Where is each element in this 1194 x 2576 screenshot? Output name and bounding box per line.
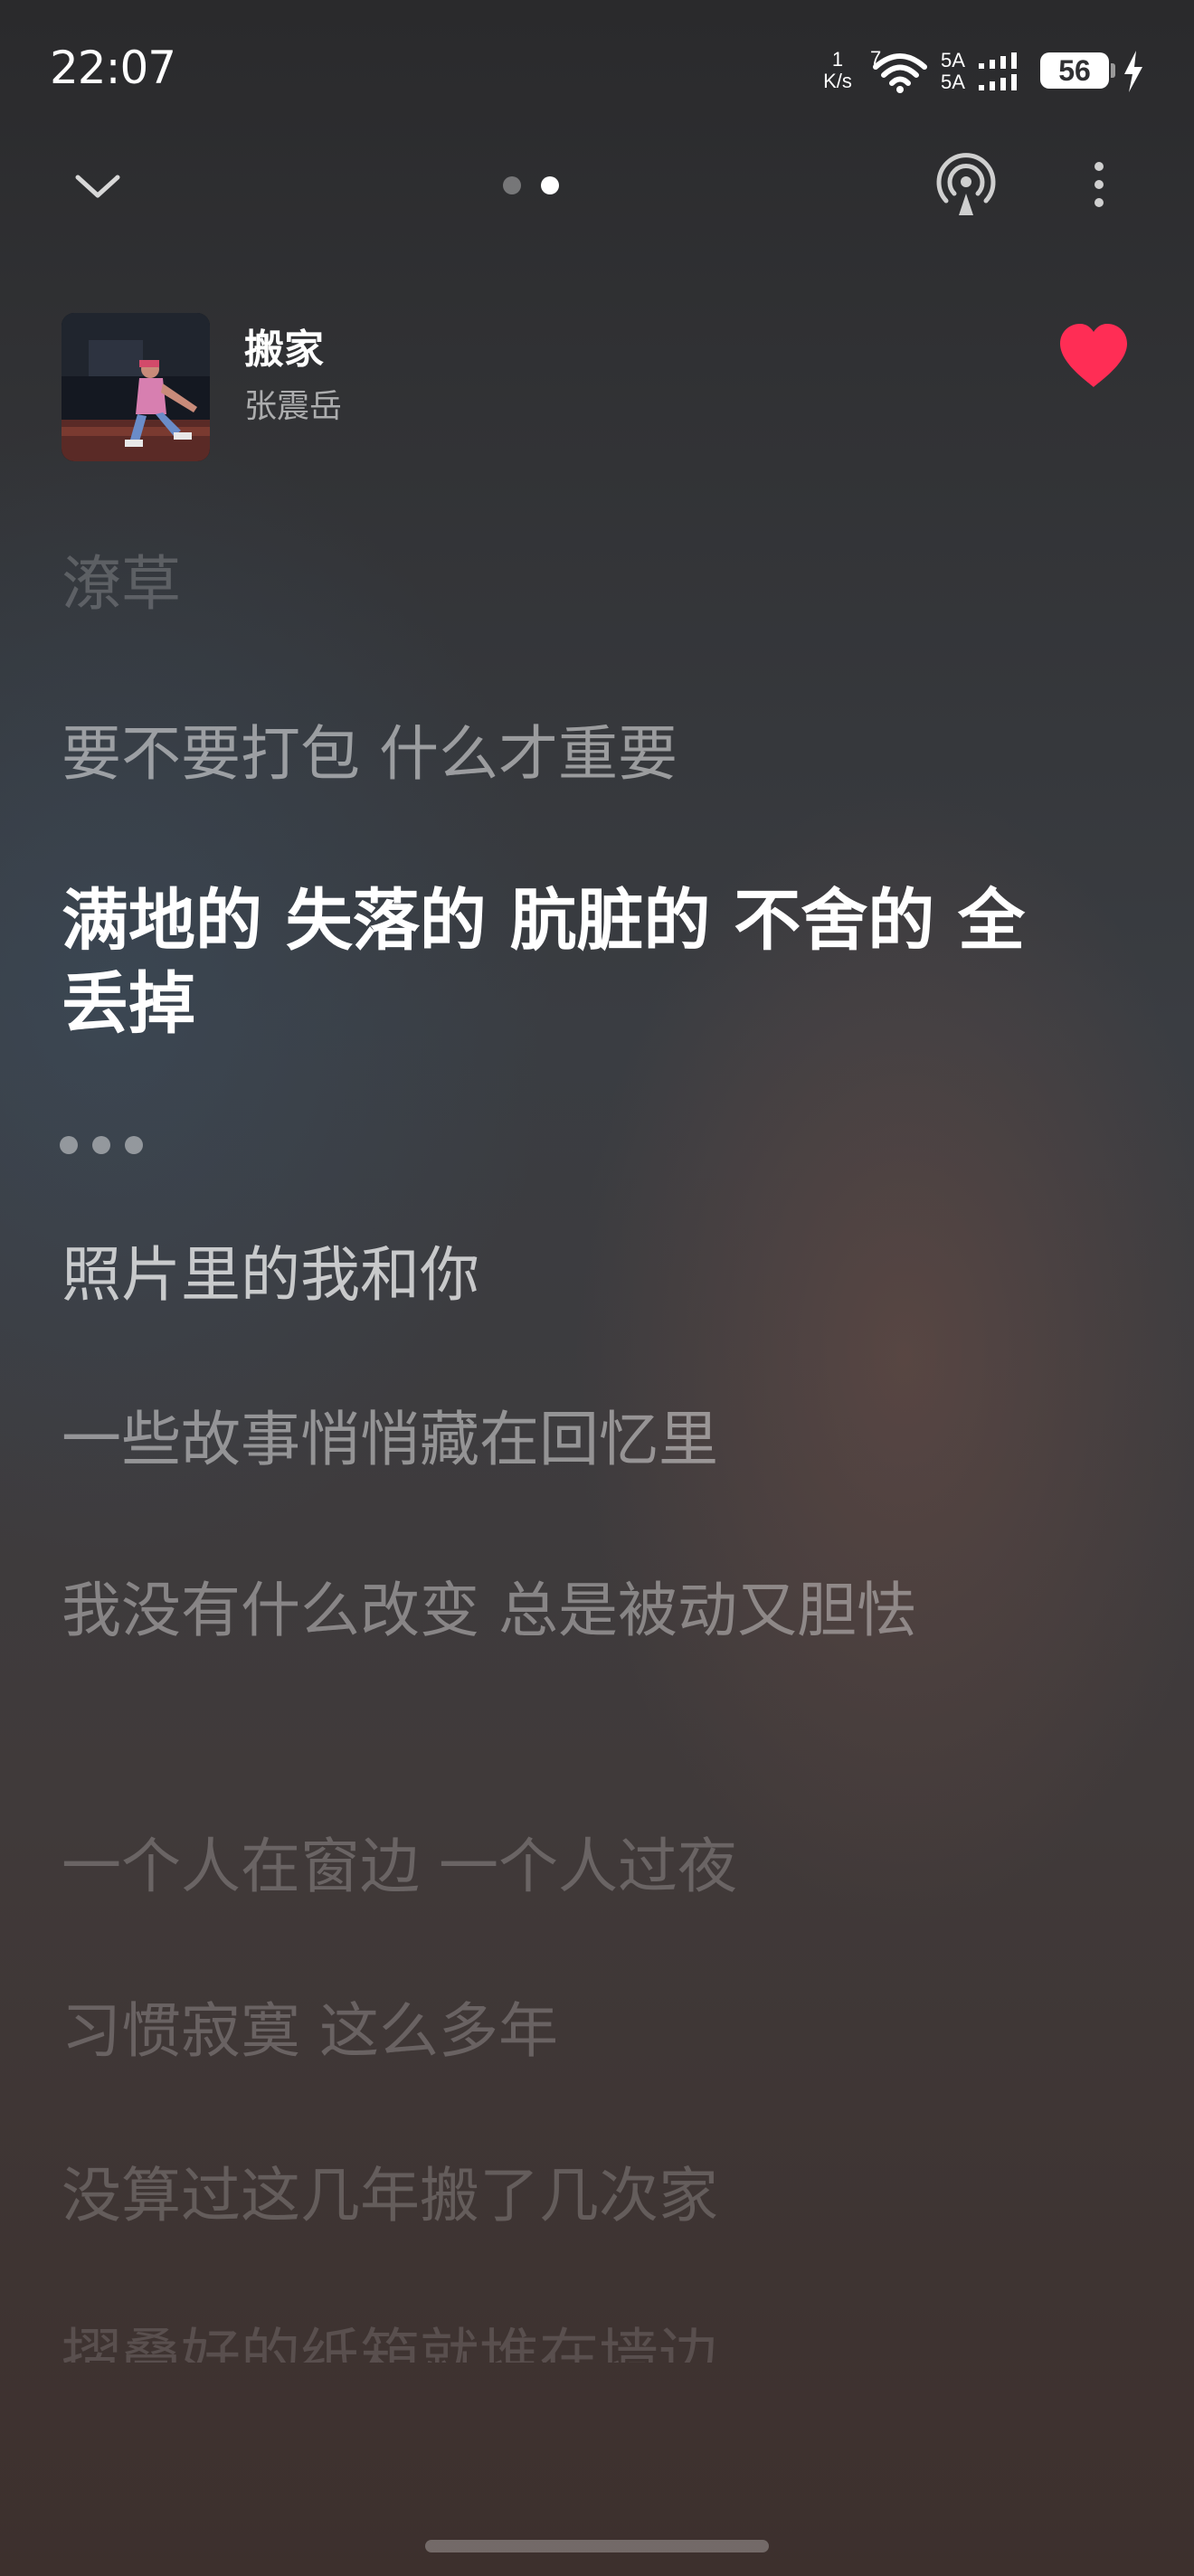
lyric-line[interactable]: 要不要打包 什么才重要 bbox=[62, 715, 1075, 794]
status-bar: 22:07 1 K/s 7 5A 5A 56 bbox=[0, 0, 1194, 136]
song-title[interactable]: 搬家 bbox=[244, 317, 324, 374]
network-speed-unit: K/s bbox=[823, 70, 852, 92]
status-time: 22:07 bbox=[50, 42, 176, 94]
album-cover[interactable] bbox=[62, 313, 210, 461]
signal-label-1: 5A bbox=[941, 49, 965, 71]
chevron-down-icon[interactable] bbox=[71, 163, 125, 208]
lyric-line[interactable]: 习惯寂寞 这么多年 bbox=[62, 1992, 1075, 2071]
battery-tip bbox=[1111, 63, 1115, 78]
song-artist[interactable]: 张震岳 bbox=[244, 380, 342, 427]
network-speed-value: 1 bbox=[831, 48, 844, 71]
lyric-line[interactable]: 我没有什么改变 总是被动又胆怯 bbox=[62, 1554, 1002, 1668]
lyric-line[interactable]: 摺叠好的纸箱就堆在墙边 bbox=[62, 2317, 1075, 2363]
lyric-line[interactable]: 一个人在窗边 一个人过夜 bbox=[62, 1827, 1075, 1907]
page-dot-active[interactable] bbox=[541, 176, 559, 194]
lyric-line-current[interactable]: 满地的 失落的 肮脏的 不舍的 全丢掉 bbox=[62, 879, 1057, 1046]
lyric-line[interactable]: 一些故事悄悄藏在回忆里 bbox=[62, 1400, 1075, 1480]
page-dot-lyrics-prev[interactable] bbox=[503, 176, 521, 194]
page-indicator[interactable] bbox=[503, 176, 566, 196]
cast-icon[interactable] bbox=[932, 152, 1000, 221]
more-vertical-icon[interactable] bbox=[1085, 159, 1113, 210]
signal-icon: 5A 5A bbox=[941, 51, 1031, 94]
battery-level: 56 bbox=[1058, 54, 1091, 87]
battery-icon: 56 bbox=[1040, 52, 1109, 89]
home-indicator[interactable] bbox=[425, 2540, 769, 2552]
lyric-line[interactable]: 没算过这几年搬了几次家 bbox=[62, 2156, 1075, 2236]
network-speed: 1 K/s bbox=[814, 49, 861, 92]
signal-bars-icon bbox=[979, 52, 1017, 90]
heart-icon[interactable] bbox=[1057, 322, 1131, 391]
wifi-badge: 7 bbox=[870, 47, 882, 70]
lyric-line[interactable]: 照片里的我和你 bbox=[62, 1236, 1075, 1315]
album-cover-image bbox=[62, 313, 210, 461]
lyric-interlude-dots bbox=[60, 1136, 150, 1156]
charging-icon bbox=[1124, 51, 1142, 92]
lyric-line[interactable]: 潦草 bbox=[62, 545, 1075, 624]
signal-label-2: 5A bbox=[941, 71, 965, 93]
